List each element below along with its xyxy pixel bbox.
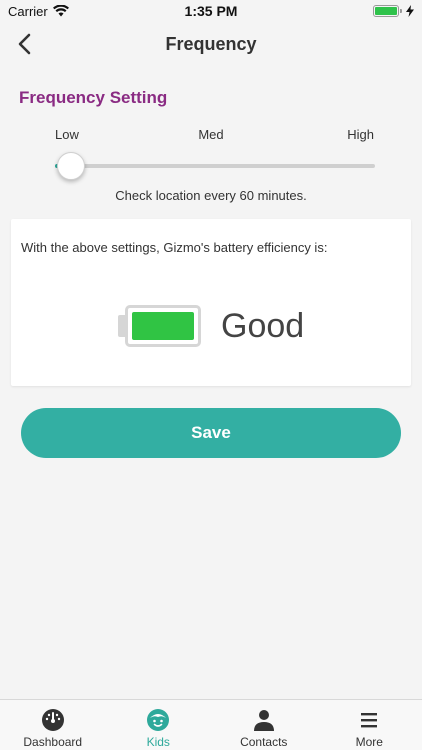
tab-label: More bbox=[355, 735, 383, 749]
frequency-slider[interactable] bbox=[55, 152, 375, 180]
navigation-bar: Frequency bbox=[0, 22, 422, 66]
save-button[interactable]: Save bbox=[21, 408, 401, 458]
page-title: Frequency bbox=[165, 33, 257, 54]
charging-bolt-icon bbox=[406, 5, 414, 17]
tab-label: Dashboard bbox=[23, 735, 83, 749]
menu-icon bbox=[361, 713, 378, 728]
kid-face-icon bbox=[147, 709, 170, 731]
section-title: Frequency Setting bbox=[19, 88, 168, 107]
slider-track bbox=[55, 164, 375, 168]
tab-kids[interactable]: Kids bbox=[106, 700, 212, 750]
tab-label: Contacts bbox=[240, 735, 288, 749]
person-icon bbox=[253, 710, 274, 731]
wifi-icon bbox=[52, 5, 69, 17]
dashboard-icon bbox=[41, 709, 64, 731]
battery-efficiency-status: Good bbox=[221, 307, 305, 345]
tab-contacts[interactable]: Contacts bbox=[211, 700, 317, 750]
battery-status-icon bbox=[373, 5, 402, 17]
back-button[interactable] bbox=[6, 26, 42, 62]
carrier-label: Carrier bbox=[8, 3, 48, 19]
tab-more[interactable]: More bbox=[317, 700, 422, 750]
slider-label-high: High bbox=[347, 127, 374, 142]
battery-efficiency-description: With the above settings, Gizmo's battery… bbox=[21, 240, 328, 255]
chevron-left-icon bbox=[18, 33, 31, 55]
battery-efficiency-card: With the above settings, Gizmo's battery… bbox=[11, 219, 411, 386]
tab-dashboard[interactable]: Dashboard bbox=[0, 700, 106, 750]
tab-label: Kids bbox=[146, 735, 170, 749]
tab-bar: Dashboard Kids Contacts More bbox=[0, 699, 422, 750]
status-bar: Carrier 1:35 PM bbox=[0, 0, 422, 22]
slider-thumb[interactable] bbox=[57, 152, 85, 180]
frequency-caption: Check location every 60 minutes. bbox=[115, 188, 307, 203]
battery-level-icon bbox=[125, 305, 201, 347]
